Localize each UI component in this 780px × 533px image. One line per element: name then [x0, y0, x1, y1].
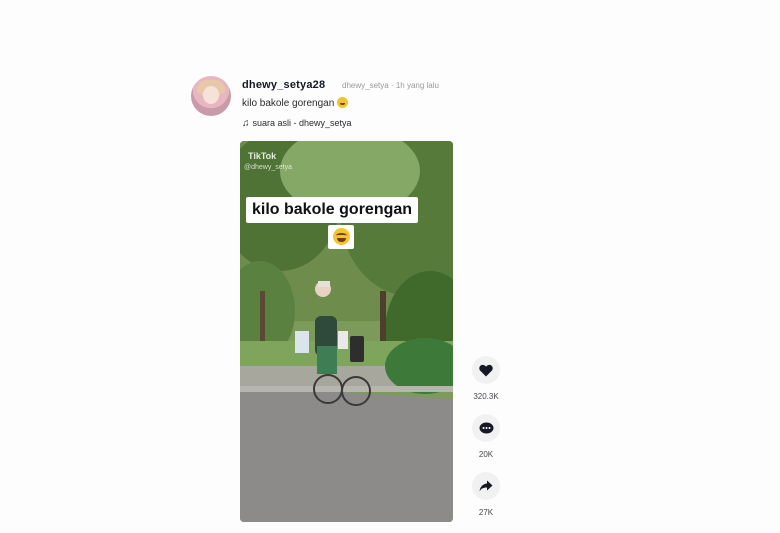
avatar[interactable]: [191, 76, 231, 116]
sound-label: suara asli - dhewy_setya: [252, 118, 352, 128]
username[interactable]: dhewy_setya28: [242, 79, 325, 91]
tiktok-watermark-handle: @dhewy_setya: [244, 164, 292, 171]
like-button[interactable]: [472, 356, 500, 384]
caption: kilo bakole gorengan: [242, 97, 349, 109]
comment-count: 20K: [478, 450, 494, 459]
share-button[interactable]: [472, 472, 500, 500]
video-player[interactable]: TikTok @dhewy_setya kilo bakole gorengan: [240, 141, 453, 522]
tiktok-post-embed: dhewy_setya28 dhewy_setya · 1h yang lalu…: [0, 0, 780, 533]
heart-icon: [479, 364, 493, 376]
laughing-emoji-icon: [337, 97, 349, 108]
comment-button[interactable]: [472, 414, 500, 442]
avatar-face: [203, 86, 219, 104]
like-count: 320.3K: [473, 392, 499, 401]
share-icon: [479, 480, 493, 492]
share-count: 27K: [478, 508, 494, 517]
post-meta: dhewy_setya · 1h yang lalu: [342, 81, 439, 90]
comment-action[interactable]: 20K: [470, 414, 502, 459]
laughing-emoji-icon: [328, 225, 354, 249]
handle[interactable]: dhewy_setya: [342, 81, 389, 90]
tiktok-watermark: TikTok: [248, 151, 277, 161]
caption-text: kilo bakole gorengan: [242, 98, 335, 109]
like-action[interactable]: 320.3K: [470, 356, 502, 401]
video-overlay-text: kilo bakole gorengan: [246, 197, 419, 223]
post-time: 1h yang lalu: [395, 81, 439, 90]
sound-link[interactable]: ♫ suara asli - dhewy_setya: [242, 118, 352, 129]
music-note-icon: ♫: [242, 118, 250, 129]
share-action[interactable]: 27K: [470, 472, 502, 517]
comment-icon: [479, 422, 493, 433]
